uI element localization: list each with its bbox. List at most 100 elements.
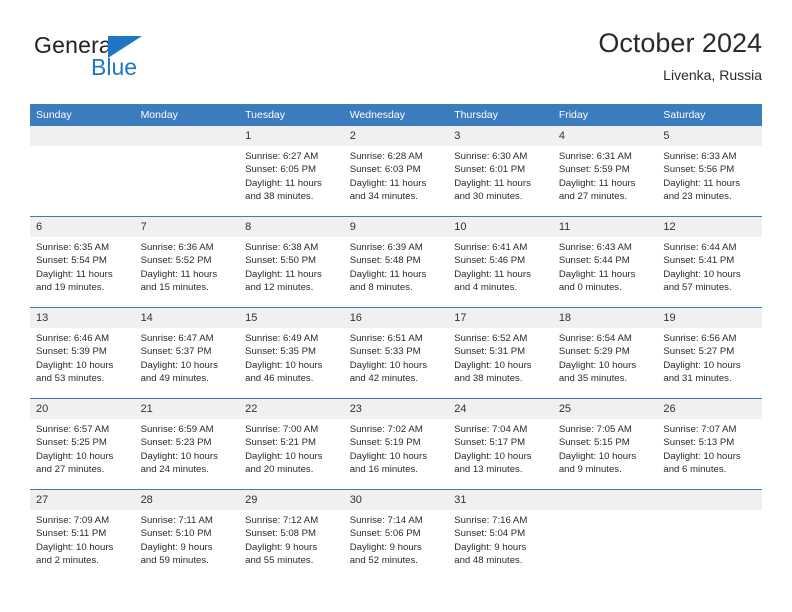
daylight-text: Daylight: 11 hours [558,177,636,189]
sunrise-text: Sunrise: 6:35 AM [36,242,110,253]
daylight-text-cont: and 16 minutes. [349,464,418,476]
day-cell[interactable]: 25 Sunrise: 7:05 AM Sunset: 5:15 PM Dayligh… [552,398,658,490]
daylight-text: Daylight: 10 hours [36,541,114,553]
day-number: 27 [30,490,135,510]
general-blue-logo: General Blue [34,32,174,88]
sunset-text: Sunset: 5:37 PM [140,346,212,358]
sunset-text: Sunset: 5:48 PM [349,255,421,267]
title-block: October 2024 Livenka, Russia [598,26,762,85]
sunrise-text: Sunrise: 6:44 AM [663,242,737,253]
sunset-text: Sunset: 5:23 PM [140,437,212,449]
day-details: Sunrise: 7:11 AM Sunset: 5:10 PM Daylight:… [135,510,240,568]
day-cell[interactable]: 18 Sunrise: 6:54 AM Sunset: 5:29 PM Dayligh… [552,307,658,399]
daylight-text: Daylight: 9 hours [140,541,213,553]
daylight-text-cont: and 46 minutes. [245,373,314,385]
day-cell[interactable]: 15 Sunrise: 6:49 AM Sunset: 5:35 PM Dayligh… [239,307,344,399]
day-cell[interactable]: 7 Sunrise: 6:36 AM Sunset: 5:52 PM Daylight… [134,216,240,308]
day-number: 7 [134,217,240,237]
daylight-text: Daylight: 10 hours [558,450,637,462]
day-cell[interactable]: 19 Sunrise: 6:56 AM Sunset: 5:27 PM Dayligh… [657,307,762,399]
page-header: General Blue October 2024 Livenka, Russi… [30,26,762,88]
day-number: 12 [657,217,762,237]
day-cell[interactable]: 17 Sunrise: 6:52 AM Sunset: 5:31 PM Dayligh… [448,307,553,399]
day-cell[interactable]: 12 Sunrise: 6:44 AM Sunset: 5:41 PM Dayligh… [657,216,762,308]
daylight-text: Daylight: 10 hours [140,450,218,462]
day-details: Sunrise: 6:28 AM Sunset: 6:03 PM Daylight:… [344,146,449,204]
daylight-text: Daylight: 10 hours [454,359,532,371]
day-cell[interactable]: 24 Sunrise: 7:04 AM Sunset: 5:17 PM Dayligh… [448,398,553,490]
day-cell[interactable]: 11 Sunrise: 6:43 AM Sunset: 5:44 PM Dayligh… [552,216,658,308]
daylight-text-cont: and 34 minutes. [349,191,418,203]
day-number: 10 [448,217,553,237]
daylight-text-cont: and 0 minutes. [558,282,622,294]
day-cell[interactable]: 4 Sunrise: 6:31 AM Sunset: 5:59 PM Daylight… [552,126,658,217]
daylight-text-cont: and 4 minutes. [454,282,518,294]
sunset-text: Sunset: 5:39 PM [36,346,107,358]
daylight-text-cont: and 55 minutes. [245,555,314,567]
day-details: Sunrise: 7:07 AM Sunset: 5:13 PM Daylight:… [657,419,762,477]
day-number: 3 [448,126,553,146]
sunrise-text: Sunrise: 6:41 AM [454,242,528,253]
daylight-text: Daylight: 10 hours [36,450,114,462]
daylight-text-cont: and 48 minutes. [454,555,523,567]
day-cell[interactable]: 16 Sunrise: 6:51 AM Sunset: 5:33 PM Dayligh… [343,307,449,399]
daylight-text-cont: and 59 minutes. [140,555,209,567]
daylight-text: Daylight: 10 hours [454,450,532,462]
day-cell[interactable]: 30 Sunrise: 7:14 AM Sunset: 5:06 PM Dayligh… [343,489,449,580]
day-cell[interactable]: 28 Sunrise: 7:11 AM Sunset: 5:10 PM Dayligh… [134,489,240,580]
day-number: 6 [30,217,135,237]
daylight-text-cont: and 15 minutes. [140,282,209,294]
day-details [30,146,135,150]
day-cell[interactable]: 31 Sunrise: 7:16 AM Sunset: 5:04 PM Dayligh… [448,489,553,580]
day-cell[interactable]: 20 Sunrise: 6:57 AM Sunset: 5:25 PM Dayligh… [30,398,135,490]
day-details: Sunrise: 6:47 AM Sunset: 5:37 PM Daylight:… [135,328,240,386]
daylight-text-cont: and 19 minutes. [36,282,105,294]
day-details [135,146,240,150]
sunset-text: Sunset: 6:05 PM [245,164,317,176]
day-cell[interactable]: 8 Sunrise: 6:38 AM Sunset: 5:50 PM Daylight… [239,216,344,308]
day-cell[interactable]: 2 Sunrise: 6:28 AM Sunset: 6:03 PM Daylight… [343,126,449,217]
day-cell[interactable]: 26 Sunrise: 7:07 AM Sunset: 5:13 PM Dayligh… [657,398,762,490]
sunrise-text: Sunrise: 7:05 AM [558,424,632,435]
day-number: 16 [343,308,449,328]
daylight-text-cont: and 49 minutes. [140,373,209,385]
day-cell[interactable]: 10 Sunrise: 6:41 AM Sunset: 5:46 PM Dayligh… [448,216,553,308]
day-cell[interactable]: 21 Sunrise: 6:59 AM Sunset: 5:23 PM Dayligh… [134,398,240,490]
day-cell[interactable]: 27 Sunrise: 7:09 AM Sunset: 5:11 PM Dayligh… [30,489,135,580]
day-cell[interactable]: 6 Sunrise: 6:35 AM Sunset: 5:54 PM Daylight… [30,216,135,308]
daylight-text: Daylight: 11 hours [349,268,427,280]
daylight-text: Daylight: 9 hours [245,541,318,553]
day-cell[interactable]: 3 Sunrise: 6:30 AM Sunset: 6:01 PM Daylight… [448,126,553,217]
day-number: 20 [30,399,135,419]
sunset-text: Sunset: 5:08 PM [245,528,317,540]
sunset-text: Sunset: 5:59 PM [558,164,630,176]
sunrise-text: Sunrise: 6:59 AM [140,424,214,435]
day-number: 13 [30,308,135,328]
day-cell[interactable]: 5 Sunrise: 6:33 AM Sunset: 5:56 PM Daylight… [657,126,762,217]
sunrise-text: Sunrise: 7:14 AM [349,515,423,526]
daylight-text: Daylight: 10 hours [349,359,428,371]
day-number: 29 [239,490,344,510]
day-number [30,126,135,146]
day-cell[interactable]: 14 Sunrise: 6:47 AM Sunset: 5:37 PM Dayligh… [134,307,240,399]
day-number: 30 [343,490,449,510]
weekday-header-row: Sunday Monday Tuesday Wednesday Thursday Frid… [30,104,762,126]
day-cell[interactable]: 1 Sunrise: 6:27 AM Sunset: 6:05 PM Daylight… [239,126,344,217]
sunrise-text: Sunrise: 6:54 AM [558,333,632,344]
weekday-header-friday: Friday [552,104,658,126]
day-details: Sunrise: 6:44 AM Sunset: 5:41 PM Daylight:… [657,237,762,295]
day-cell[interactable]: 29 Sunrise: 7:12 AM Sunset: 5:08 PM Dayligh… [239,489,344,580]
weekday-header-monday: Monday [134,104,240,126]
day-cell[interactable]: 9 Sunrise: 6:39 AM Sunset: 5:48 PM Daylight… [343,216,449,308]
day-number: 11 [552,217,658,237]
week-row: 20 Sunrise: 6:57 AM Sunset: 5:25 PM Dayligh… [30,398,762,490]
daylight-text-cont: and 6 minutes. [663,464,727,476]
daylight-text-cont: and 27 minutes. [36,464,105,476]
day-details: Sunrise: 6:31 AM Sunset: 5:59 PM Daylight:… [553,146,658,204]
daylight-text-cont: and 42 minutes. [349,373,418,385]
day-number: 15 [239,308,344,328]
day-cell[interactable]: 22 Sunrise: 7:00 AM Sunset: 5:21 PM Dayligh… [239,398,344,490]
day-cell[interactable]: 23 Sunrise: 7:02 AM Sunset: 5:19 PM Dayligh… [343,398,449,490]
day-details: Sunrise: 7:09 AM Sunset: 5:11 PM Daylight:… [30,510,135,568]
day-cell[interactable]: 13 Sunrise: 6:46 AM Sunset: 5:39 PM Dayligh… [30,307,135,399]
